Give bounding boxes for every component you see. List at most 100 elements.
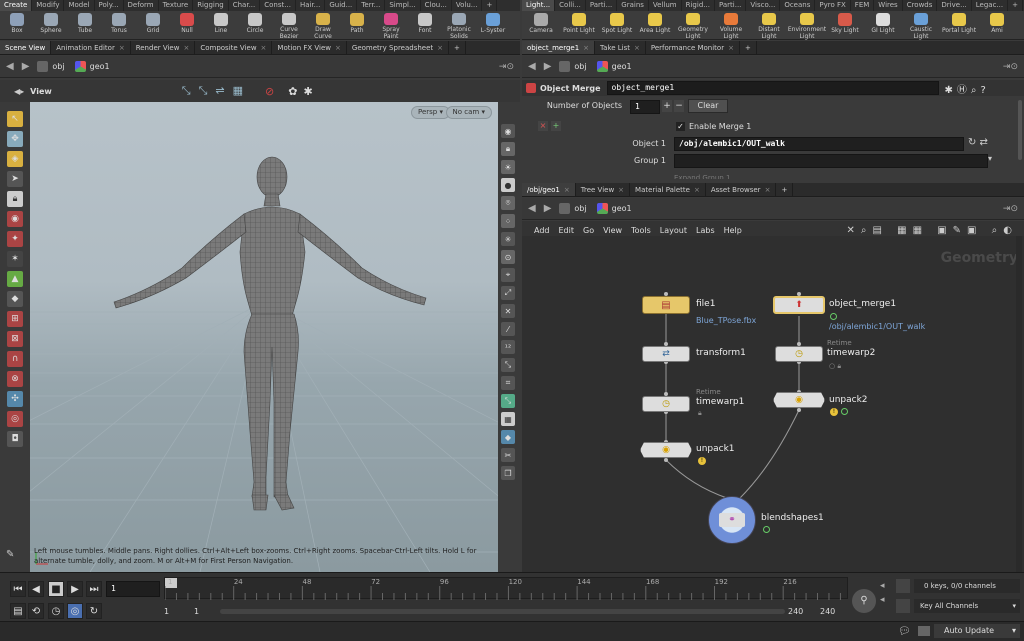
shelf-tab-0[interactable]: Create	[0, 0, 33, 11]
numbers-icon[interactable]: ¹²	[501, 340, 515, 354]
close-tab-icon[interactable]: ×	[437, 44, 443, 52]
checker-icon[interactable]: ▦	[501, 412, 515, 426]
shelf-tool-curve-bezier[interactable]: Curve Bezier	[272, 11, 306, 40]
channel-icon[interactable]	[896, 579, 910, 593]
pane-tab-1-0[interactable]: object_merge1 ×	[522, 41, 596, 54]
add-pane-tab-icon[interactable]: +	[740, 41, 757, 54]
display-icon[interactable]: ✕	[501, 304, 515, 318]
start-range[interactable]: 1	[194, 607, 199, 616]
add-pane-tab-icon[interactable]: +	[449, 41, 466, 54]
shelf-tab-6[interactable]: Rigging	[193, 0, 229, 11]
pane-tab-1-2[interactable]: Performance Monitor ×	[646, 41, 740, 54]
shelf-tab-6[interactable]: Parti...	[715, 0, 747, 11]
pointer-icon[interactable]: ➤	[7, 171, 23, 187]
clear-button[interactable]: Clear	[688, 99, 728, 113]
add-instance-icon[interactable]: +	[551, 121, 561, 131]
shelf-tab-10[interactable]: Guid...	[325, 0, 358, 11]
shelf-tab-5[interactable]: Rigid...	[682, 0, 715, 11]
shelf-tool-draw-curve[interactable]: Draw Curve	[306, 11, 340, 40]
shelf-tool-sphere[interactable]: Sphere	[34, 11, 68, 40]
network-menu-2[interactable]: Go	[583, 226, 594, 235]
params-scrollbar[interactable]	[1018, 100, 1022, 160]
shelf-tool-caustic-light[interactable]: Caustic Light	[902, 11, 940, 40]
remove-instance-icon[interactable]: ×	[538, 121, 548, 131]
viewport-tools-icons[interactable]: ⤡⤡⇌▦	[182, 84, 251, 98]
pane-tab-0-3[interactable]: Composite View ×	[195, 41, 273, 54]
points-icon[interactable]: ⁘	[501, 214, 515, 228]
pose-icon[interactable]: ✶	[7, 251, 23, 267]
network-menu-0[interactable]: Add	[534, 226, 550, 235]
snap-multi-icon[interactable]: ⊗	[7, 371, 23, 387]
current-frame-field[interactable]: 1	[106, 581, 160, 597]
perspective-menu[interactable]: Persp ▾	[411, 106, 450, 119]
end-frame[interactable]: 240	[820, 607, 835, 616]
play-reverse-button[interactable]: ◀	[28, 581, 44, 597]
node-name-field[interactable]: object_merge1	[606, 81, 939, 95]
key-all-dropdown[interactable]: Key All Channels ▾	[914, 599, 1020, 613]
close-tab-icon[interactable]: ×	[261, 44, 267, 52]
header-icons[interactable]: ✱Ⓗ⌕?	[945, 81, 990, 96]
shelf-tab-2[interactable]: Model	[64, 0, 95, 11]
shelf-tool-line[interactable]: Line	[204, 11, 238, 40]
normals-icon[interactable]: ✳	[501, 232, 515, 246]
back-arrow-icon[interactable]: ◀	[528, 203, 536, 214]
shelf-tool-sky-light[interactable]: Sky Light	[826, 11, 864, 40]
shelf-tool-point-light[interactable]: Point Light	[560, 11, 598, 40]
camera-icon[interactable]: ◘	[7, 431, 23, 447]
shelf-tab-3[interactable]: Poly...	[95, 0, 124, 11]
tag-icon[interactable]: ⤡	[501, 358, 515, 372]
network-menu-6[interactable]: Labs	[696, 226, 715, 235]
display-mode-icon[interactable]: ◆	[501, 430, 515, 444]
shelf-tab-10[interactable]: FEM	[851, 0, 875, 11]
play-button[interactable]: ▶	[67, 581, 83, 597]
snap-grid-icon[interactable]: ⊞	[7, 311, 23, 327]
range-icon[interactable]: ↻	[86, 603, 102, 619]
network-path-obj[interactable]: obj	[559, 203, 587, 214]
key-arrows-icon[interactable]: ◂ ◂	[880, 579, 885, 607]
node-object-merge1[interactable]: ⬆	[773, 296, 825, 314]
chat-icon[interactable]: 💬︎	[898, 626, 911, 637]
network-menu-7[interactable]: Help	[724, 226, 742, 235]
path-geo[interactable]: geo1	[74, 61, 110, 72]
timeline-bar[interactable]: 1 24 48 72 96 120 144 168 192 216	[164, 577, 848, 600]
character-mesh[interactable]	[30, 102, 498, 572]
snap-icon[interactable]: ✿	[288, 85, 297, 98]
loop-icon[interactable]: ◷	[48, 603, 64, 619]
shelf-tool-platonic-solids[interactable]: Platonic Solids	[442, 11, 476, 40]
node-unpack1[interactable]: ◉	[640, 442, 692, 458]
shelf-tab-9[interactable]: Hair...	[296, 0, 326, 11]
ruler-icon[interactable]: ⁄	[501, 322, 515, 336]
shelf-tool-area-light[interactable]: Area Light	[636, 11, 674, 40]
network-menu-5[interactable]: Layout	[660, 226, 687, 235]
network-scrollbar[interactable]	[1016, 236, 1022, 572]
camera-menu[interactable]: No cam ▾	[445, 106, 492, 119]
move-tool-icon[interactable]: ✥	[7, 131, 23, 147]
jump-start-button[interactable]: ⏮	[10, 581, 26, 597]
shelf-tab-8[interactable]: Oceans	[780, 0, 816, 11]
shelf-tool-ambient-light[interactable]: Ami	[978, 11, 1016, 40]
shelf-tab-13[interactable]: Clou...	[421, 0, 452, 11]
world-icon[interactable]: ✣	[7, 391, 23, 407]
num-objects-field[interactable]: 1	[630, 100, 660, 114]
network-menu-4[interactable]: Tools	[631, 226, 651, 235]
params-path-geo[interactable]: geo1	[596, 61, 632, 72]
group-field[interactable]	[674, 154, 988, 168]
add-pane-tab-icon[interactable]: +	[776, 183, 794, 196]
decrement-button[interactable]: −	[674, 100, 684, 112]
auto-update-dropdown[interactable]: Auto Update ▾	[934, 624, 1020, 638]
shelf-tab-0[interactable]: Light...	[522, 0, 556, 11]
shelf-add-tab-icon[interactable]: +	[1008, 0, 1023, 11]
no-entry-icon[interactable]: ⊘	[265, 85, 274, 98]
forward-arrow-icon[interactable]: ▶	[544, 61, 552, 72]
jump-end-button[interactable]: ⏭	[86, 581, 102, 597]
shelf-tab-9[interactable]: Pyro FX	[815, 0, 851, 11]
magnet-icon[interactable]: ◉	[7, 211, 23, 227]
close-tab-icon[interactable]: ×	[634, 44, 640, 52]
close-tab-icon[interactable]: ×	[728, 44, 734, 52]
view-menu-icon[interactable]: ◀▸	[14, 87, 24, 96]
pane-tab-0-2[interactable]: Render View ×	[131, 41, 196, 54]
pane-tab-0-0[interactable]: Scene View	[0, 41, 52, 54]
pane-tab-2-0[interactable]: /obj/geo1 ×	[522, 183, 576, 196]
handles-icon[interactable]: ⌗	[501, 376, 515, 390]
shelf-tab-7[interactable]: Visco...	[746, 0, 781, 11]
